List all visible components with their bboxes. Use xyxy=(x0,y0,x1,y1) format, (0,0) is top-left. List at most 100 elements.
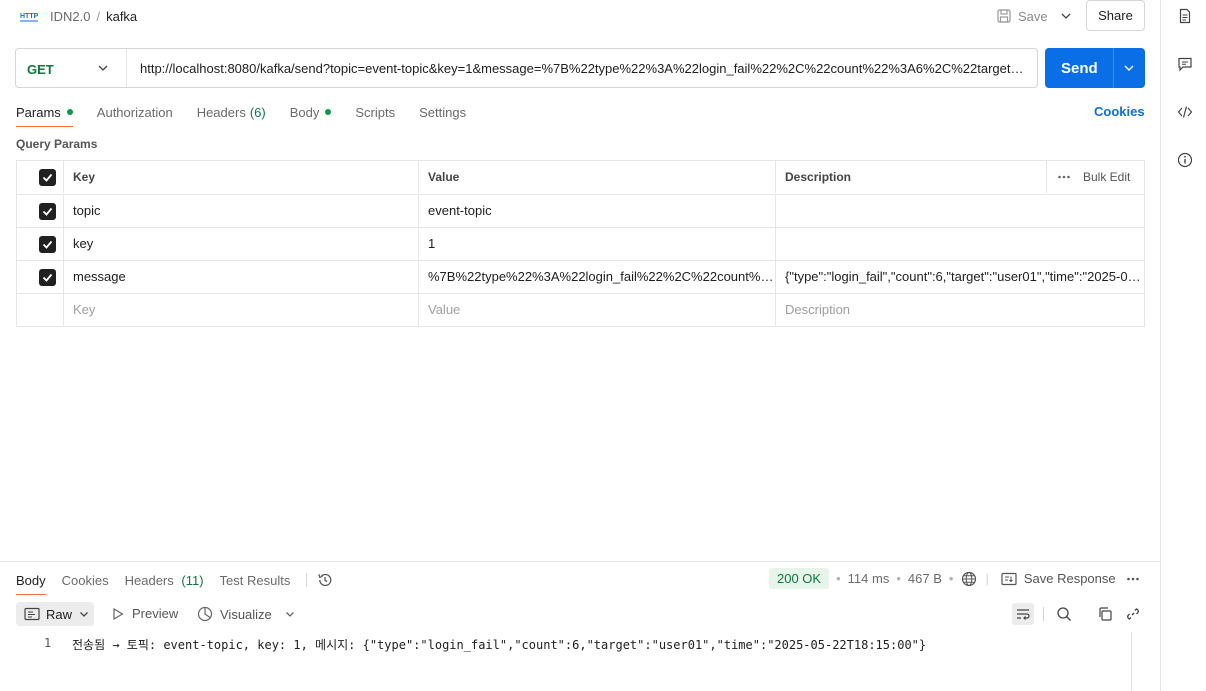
chevron-down-icon xyxy=(80,612,88,617)
scrollbar[interactable] xyxy=(1131,632,1146,691)
param-description[interactable] xyxy=(775,228,1145,260)
code-icon[interactable] xyxy=(1177,104,1193,120)
more-icon xyxy=(1058,175,1070,179)
response-tab-body[interactable]: Body xyxy=(16,573,46,595)
status-badge[interactable]: 200 OK xyxy=(769,568,830,589)
save-response-button[interactable]: Save Response xyxy=(1001,571,1116,586)
wrap-icon xyxy=(1017,609,1030,620)
param-key[interactable]: topic xyxy=(63,195,419,227)
tab-scripts[interactable]: Scripts xyxy=(355,104,395,120)
row-checkbox[interactable] xyxy=(39,236,56,253)
chevron-down-icon[interactable] xyxy=(284,608,296,620)
response-body[interactable]: 1 전송됨 → 토픽: event-topic, key: 1, 메시지: {"… xyxy=(0,632,1160,691)
more-icon[interactable] xyxy=(1126,574,1140,584)
param-description[interactable]: {"type":"login_fail","count":6,"target":… xyxy=(775,261,1145,293)
raw-format-select[interactable]: Raw xyxy=(16,602,94,626)
play-icon xyxy=(113,607,124,620)
breadcrumb-request[interactable]: kafka xyxy=(106,9,137,24)
response-size[interactable]: 467 B xyxy=(908,571,942,586)
param-value[interactable]: 1 xyxy=(418,228,776,260)
wrap-lines-button[interactable] xyxy=(1012,603,1034,625)
response-time[interactable]: 114 ms xyxy=(848,571,890,586)
param-key[interactable]: message xyxy=(63,261,419,293)
response-tab-cookies[interactable]: Cookies xyxy=(62,573,109,588)
row-checkbox[interactable] xyxy=(39,269,56,286)
row-check-cell xyxy=(17,261,64,293)
share-button[interactable]: Share xyxy=(1086,0,1145,31)
param-value[interactable]: %7B%22type%22%3A%22login_fail%22%2C%22co… xyxy=(418,261,776,293)
body-indicator xyxy=(325,109,332,115)
info-icon[interactable] xyxy=(1177,152,1193,168)
param-value[interactable]: event-topic xyxy=(418,195,776,227)
row-check-cell xyxy=(17,195,64,227)
method-label: GET xyxy=(27,62,54,77)
comment-icon[interactable] xyxy=(1177,56,1193,72)
tab-headers[interactable]: Headers (6) xyxy=(197,104,266,120)
param-key[interactable]: key xyxy=(63,228,419,260)
table-header-row: Key Value Description Bulk Edit xyxy=(17,161,1144,194)
response-body-text: 전송됨 → 토픽: event-topic, key: 1, 메시지: {"ty… xyxy=(72,638,927,652)
tab-body[interactable]: Body xyxy=(290,104,332,120)
svg-text:HTTP: HTTP xyxy=(20,13,39,20)
save-button[interactable]: Save xyxy=(996,5,1048,27)
cookies-link[interactable]: Cookies xyxy=(1094,104,1145,119)
visualize-icon xyxy=(197,606,213,622)
link-icon[interactable] xyxy=(1125,606,1141,622)
send-button-group: Send xyxy=(1045,48,1145,88)
bulk-edit-button[interactable]: Bulk Edit xyxy=(1046,161,1144,193)
row-check-cell xyxy=(17,294,64,326)
save-response-icon xyxy=(1001,572,1017,585)
response-tab-headers[interactable]: Headers (11) xyxy=(125,573,204,588)
divider xyxy=(306,573,308,587)
line-number: 1 xyxy=(44,636,52,650)
breadcrumb-separator: / xyxy=(96,9,101,24)
divider xyxy=(1043,607,1044,621)
table-row: topic event-topic xyxy=(17,194,1144,227)
tab-authorization[interactable]: Authorization xyxy=(97,104,173,120)
param-description[interactable] xyxy=(775,195,1145,227)
save-response-label: Save Response xyxy=(1023,571,1116,586)
copy-icon[interactable] xyxy=(1097,606,1113,622)
response-tab-test-results[interactable]: Test Results xyxy=(220,573,291,588)
search-icon[interactable] xyxy=(1056,606,1072,622)
send-divider xyxy=(1113,48,1114,88)
save-icon xyxy=(997,9,1011,23)
raw-label: Raw xyxy=(46,606,73,622)
globe-icon[interactable] xyxy=(961,571,977,587)
preview-button[interactable]: Preview xyxy=(111,606,178,621)
method-select[interactable]: GET xyxy=(16,49,127,87)
query-params-title: Query Params xyxy=(16,137,98,151)
history-icon[interactable] xyxy=(317,572,333,588)
response-meta: 200 OK • 114 ms • 467 B • | Save Respons… xyxy=(769,568,1140,589)
preview-label: Preview xyxy=(132,606,179,621)
params-indicator xyxy=(66,109,73,115)
document-icon[interactable] xyxy=(1177,8,1193,24)
new-description-input[interactable]: Description xyxy=(775,294,1145,326)
chevron-down-icon[interactable] xyxy=(1058,8,1074,24)
breadcrumb: IDN2.0 / kafka xyxy=(50,9,137,24)
breadcrumb-collection[interactable]: IDN2.0 xyxy=(50,9,90,24)
chevron-down-icon[interactable] xyxy=(1122,61,1136,75)
tab-headers-label: Headers xyxy=(196,104,246,120)
url-input[interactable]: http://localhost:8080/kafka/send?topic=e… xyxy=(140,61,1030,76)
row-checkbox[interactable] xyxy=(39,203,56,220)
new-value-input[interactable]: Value xyxy=(418,294,776,326)
response-headers-count: (11) xyxy=(181,572,204,588)
tab-params-label: Params xyxy=(16,104,61,120)
chevron-down-icon xyxy=(98,65,108,71)
visualize-button[interactable]: Visualize xyxy=(197,606,303,622)
tab-body-label: Body xyxy=(289,104,320,120)
column-header-value: Value xyxy=(418,161,776,193)
response-tab-headers-label: Headers xyxy=(124,572,174,588)
top-bar: HTTP IDN2.0 / kafka Save Share xyxy=(0,0,1160,32)
send-button[interactable]: Send xyxy=(1061,60,1098,77)
visualize-label: Visualize xyxy=(220,606,272,622)
tab-params[interactable]: Params xyxy=(16,104,73,127)
table-row: key 1 xyxy=(17,227,1144,260)
tab-settings[interactable]: Settings xyxy=(419,104,466,120)
right-sidebar xyxy=(1160,0,1206,691)
response-tabs: Body Cookies Headers (11) Test Results xyxy=(16,572,333,595)
select-all-checkbox[interactable] xyxy=(39,169,56,186)
new-key-input[interactable]: Key xyxy=(63,294,419,326)
response-bar: Body Cookies Headers (11) Test Results 2… xyxy=(0,561,1160,595)
